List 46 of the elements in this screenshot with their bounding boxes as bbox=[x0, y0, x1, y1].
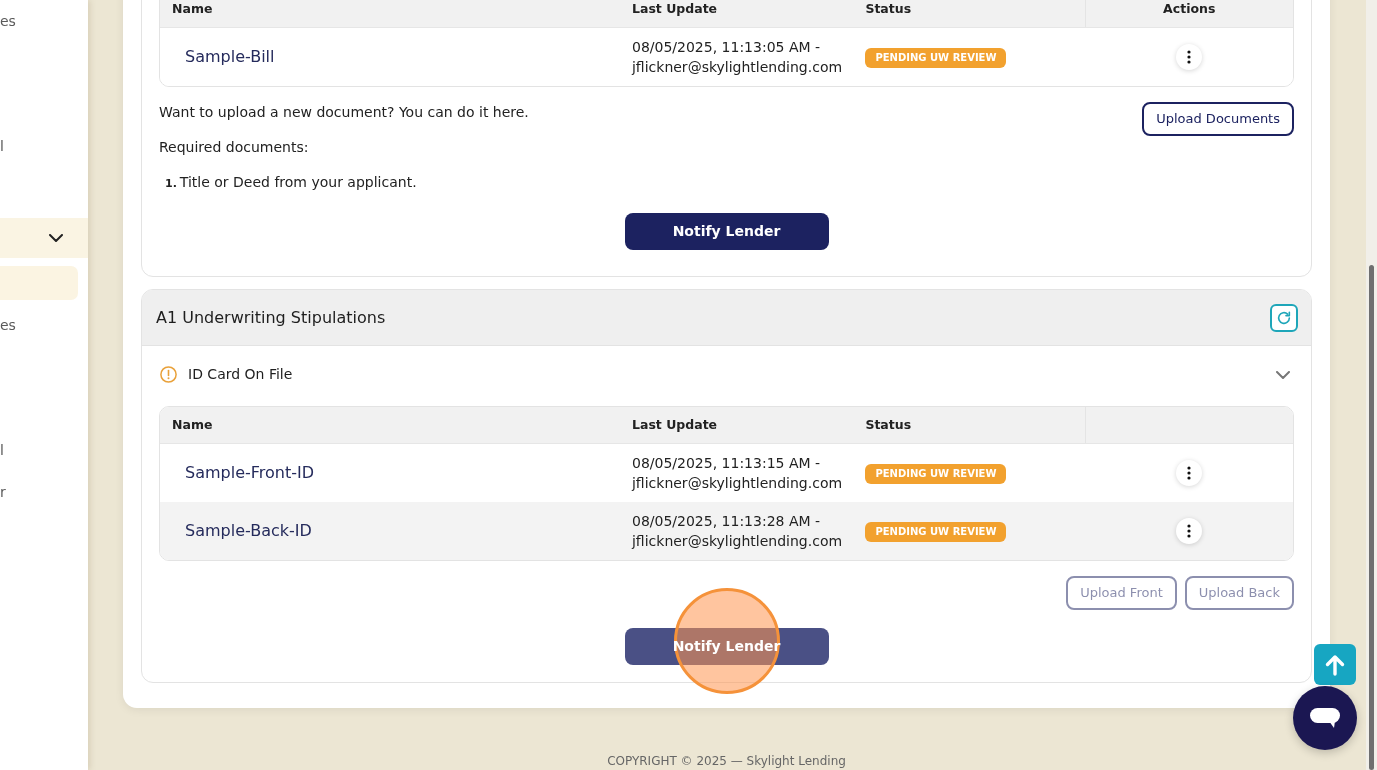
last-update-text: 08/05/2025, 11:13:28 AM - jflickner@skylightlending.com bbox=[632, 512, 844, 551]
column-header: Last Update bbox=[631, 0, 719, 18]
warning-icon bbox=[160, 366, 177, 383]
sidebar-item[interactable]: es bbox=[0, 308, 16, 342]
stipulation-toggle[interactable]: ID Card On File bbox=[142, 346, 1311, 403]
chat-button[interactable] bbox=[1293, 686, 1357, 750]
refresh-icon bbox=[1276, 309, 1292, 326]
sidebar-item[interactable]: r bbox=[0, 475, 6, 509]
vertical-dots-icon bbox=[1186, 466, 1191, 480]
last-update-text: 08/05/2025, 11:13:15 AM - jflickner@skylightlending.com bbox=[632, 454, 844, 493]
row-actions-button[interactable] bbox=[1175, 44, 1202, 70]
row-actions-button[interactable] bbox=[1175, 460, 1202, 486]
column-header: Name bbox=[171, 0, 214, 18]
last-update-text: 08/05/2025, 11:13:05 AM - jflickner@skylightlending.com bbox=[632, 38, 844, 77]
sidebar-item[interactable]: es bbox=[0, 4, 16, 38]
sidebar-item[interactable]: l bbox=[0, 433, 4, 467]
scroll-top-button[interactable] bbox=[1314, 644, 1356, 685]
column-header: Status bbox=[864, 415, 913, 434]
upload-note-text: Want to upload a new document? You can do it here. bbox=[159, 103, 529, 122]
section-title: A1 Underwriting Stipulations bbox=[156, 306, 386, 329]
column-header: Actions bbox=[1084, 0, 1293, 27]
row-actions-button[interactable] bbox=[1175, 518, 1202, 544]
speech-bubble-icon bbox=[1310, 708, 1340, 728]
document-name[interactable]: Sample-Bill bbox=[185, 47, 275, 66]
refresh-button[interactable] bbox=[1270, 303, 1298, 332]
upload-button[interactable]: Upload Documents bbox=[1142, 102, 1294, 136]
up-arrow-icon bbox=[1325, 653, 1345, 676]
notify-lender-button[interactable]: Notify Lender bbox=[624, 213, 829, 250]
list-item-text: Title or Deed from your applicant. bbox=[179, 173, 417, 192]
vertical-dots-icon bbox=[1186, 524, 1191, 538]
vertical-dots-icon bbox=[1186, 50, 1191, 64]
status-badge: PENDING UW REVIEW bbox=[865, 48, 1007, 68]
sidebar-item[interactable]: l bbox=[0, 129, 4, 163]
copyright-text: COPYRIGHT © 2025 — Skylight Lending bbox=[607, 754, 846, 768]
chevron-down-icon bbox=[1276, 370, 1290, 379]
required-documents-label: Required documents: bbox=[159, 138, 309, 157]
document-name[interactable]: Sample-Back-ID bbox=[185, 521, 312, 540]
column-header: Last Update bbox=[631, 415, 719, 434]
chevron-down-icon bbox=[49, 234, 63, 242]
status-badge: PENDING UW REVIEW bbox=[865, 464, 1007, 484]
list-number: 1. bbox=[165, 176, 177, 192]
status-badge: PENDING UW REVIEW bbox=[865, 522, 1007, 542]
document-name[interactable]: Sample-Front-ID bbox=[185, 463, 315, 482]
column-header: Name bbox=[171, 415, 214, 434]
column-header: Status bbox=[864, 0, 913, 18]
scrollbar-thumb[interactable] bbox=[1369, 265, 1374, 770]
